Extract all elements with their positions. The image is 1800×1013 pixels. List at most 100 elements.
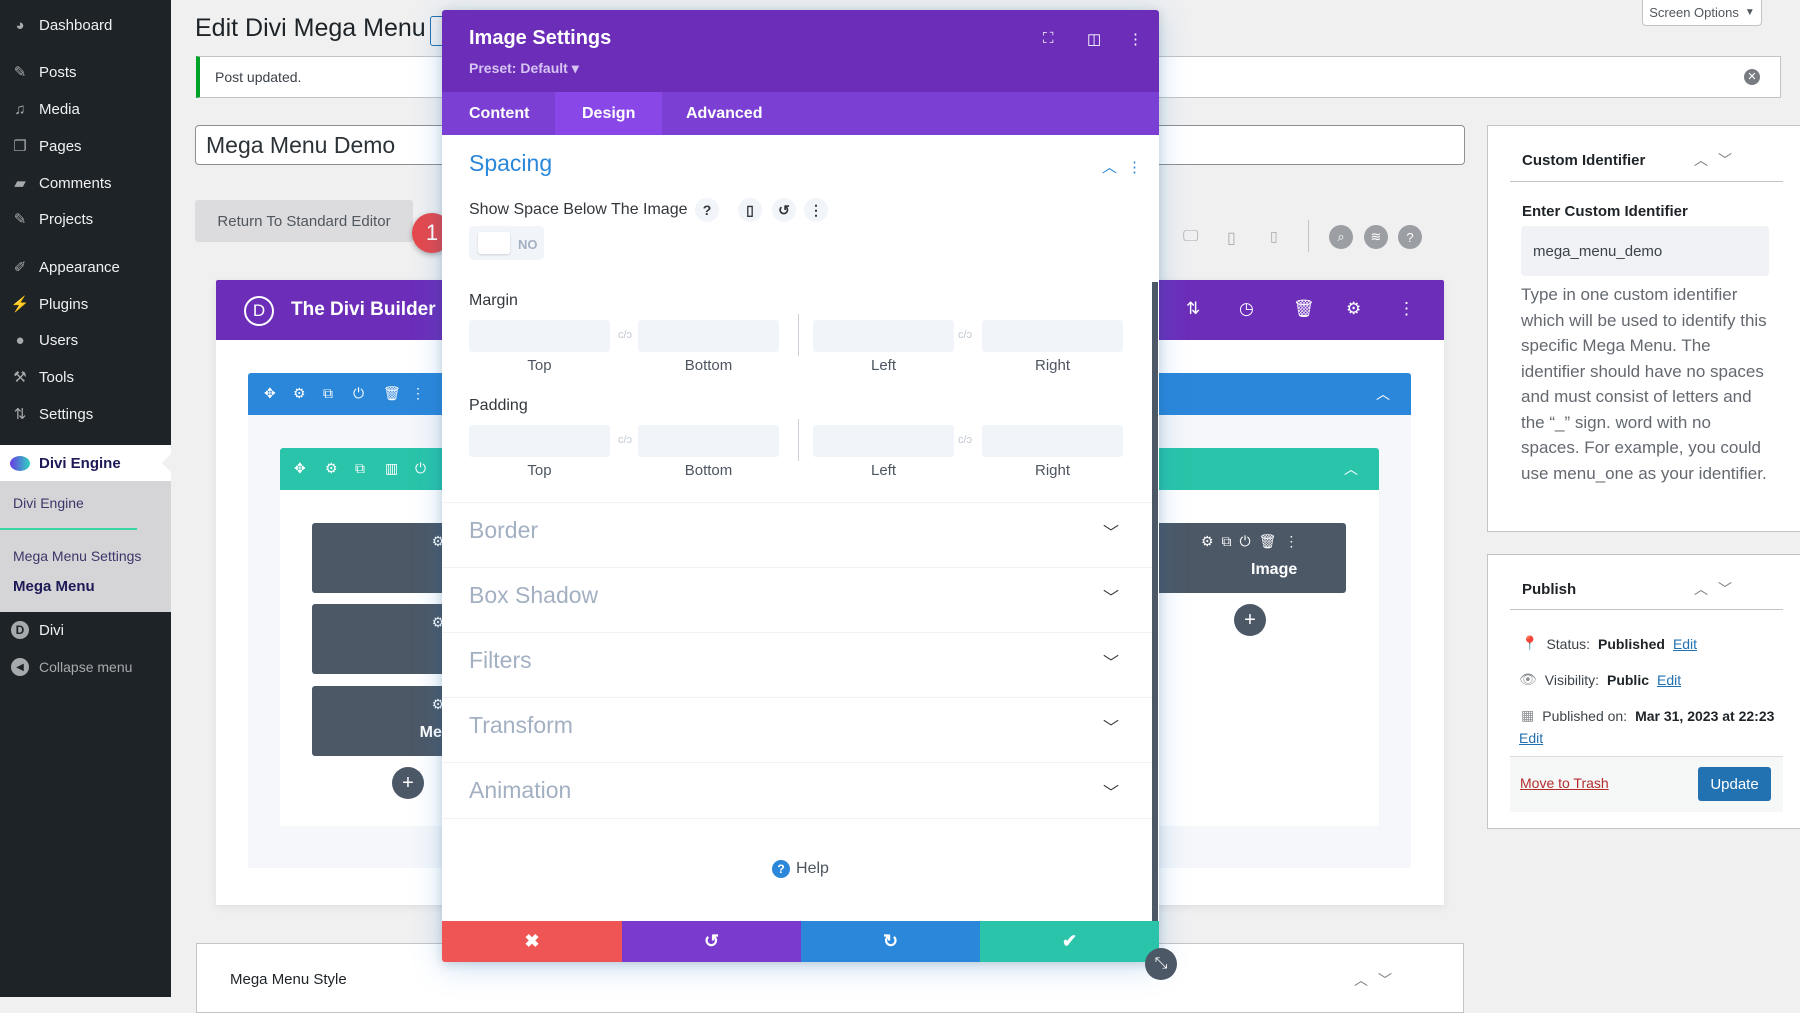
split-view-icon[interactable]: ◫ [1087,30,1101,48]
edit-visibility-link[interactable]: Edit [1657,672,1681,688]
more-icon[interactable]: ⋮ [804,198,828,222]
publish-title: Publish [1522,581,1577,598]
tab-content[interactable]: Content [442,92,556,135]
box-order-arrows[interactable]: ︿﹀ [1354,970,1402,990]
gear-icon[interactable]: ⚙ [1346,299,1361,319]
duplicate-icon[interactable]: ⧉ [323,385,333,402]
check-icon: ✔ [1061,931,1078,951]
padding-bottom-label: Bottom [684,462,733,479]
margin-right-input[interactable] [982,320,1123,352]
sidebar-item-comments[interactable]: ▰ Comments [0,166,171,200]
more-icon[interactable]: ⋮ [1127,159,1152,176]
fullscreen-icon[interactable]: ⛶ [1043,30,1054,47]
save-button[interactable]: ✔ [980,921,1159,962]
desktop-view-icon[interactable]: 🖵 [1183,228,1198,246]
chevron-down-icon: ﹀ [1102,525,1119,542]
padding-top-input[interactable] [469,425,610,457]
edit-status-link[interactable]: Edit [1673,636,1697,652]
sidebar-item-projects[interactable]: ✎ Projects [0,202,171,236]
link-icon[interactable]: c/ɔ [958,434,972,446]
sidebar-item-users[interactable]: ● Users [0,323,171,357]
margin-top-input[interactable] [469,320,610,352]
help-icon[interactable]: ? [1398,225,1422,249]
section-filters[interactable]: Filters ﹀ [442,632,1159,689]
columns-icon[interactable]: ▥ [385,460,398,477]
save-icon[interactable]: ⏻ [353,385,364,402]
more-icon[interactable]: ⋮ [411,385,425,402]
more-icon[interactable]: ⋮ [1128,30,1143,48]
edit-date-link[interactable]: Edit [1519,730,1543,746]
preset-selector[interactable]: Preset: Default ▾ [469,60,579,77]
sidebar-item-divi-engine[interactable]: Divi Engine [0,445,171,481]
tab-design[interactable]: Design [555,92,663,135]
box-order-arrows[interactable]: ︿﹀ [1694,150,1742,170]
duplicate-icon[interactable]: ⧉ [355,460,365,477]
move-icon[interactable]: ✥ [294,460,306,477]
sidebar-item-tools[interactable]: ⚒ Tools [0,360,171,394]
history-icon[interactable]: ◷ [1239,299,1254,319]
help-link[interactable]: ? Help [442,860,1159,878]
identifier-field-label: Enter Custom Identifier [1522,203,1688,220]
tablet-view-icon[interactable]: ▯ [1227,228,1236,248]
reset-icon[interactable]: ↺ [772,198,796,222]
sort-icon[interactable]: ⇅ [1186,299,1200,319]
link-icon[interactable]: c/ɔ [958,329,972,341]
undo-button[interactable]: ↺ [622,921,801,962]
sidebar-item-plugins[interactable]: ⚡ Plugins [0,287,171,321]
sidebar-item-posts[interactable]: ✎ Posts [0,55,171,89]
screen-options-button[interactable]: Screen Options ▼ [1642,0,1762,26]
link-icon[interactable]: c/ɔ [618,329,632,341]
tab-advanced[interactable]: Advanced [659,92,789,135]
wrench-icon: ⚒ [13,369,27,386]
custom-identifier-input[interactable]: mega_menu_demo [1521,226,1769,276]
submenu-item-divi-engine[interactable]: Divi Engine [13,495,84,511]
dismiss-icon[interactable]: ✕ [1744,69,1760,85]
sidebar-item-media[interactable]: ♫ Media [0,92,171,126]
submenu-item-mega-menu[interactable]: Mega Menu [13,578,95,595]
responsive-icon[interactable]: ▯ [738,198,762,222]
link-icon[interactable]: c/ɔ [618,434,632,446]
help-icon[interactable]: ? [695,198,719,222]
sidebar-item-settings[interactable]: ⇅ Settings [0,397,171,431]
box-order-arrows[interactable]: ︿﹀ [1694,579,1742,599]
padding-bottom-input[interactable] [638,425,779,457]
move-icon[interactable]: ✥ [264,385,276,402]
trash-icon[interactable]: 🗑 [383,385,401,402]
more-icon[interactable]: ⋮ [1398,299,1415,319]
padding-right-input[interactable] [982,425,1123,457]
layers-icon[interactable]: ≋ [1364,225,1388,249]
padding-left-input[interactable] [813,425,954,457]
sidebar-item-pages[interactable]: ❐ Pages [0,129,171,163]
section-border[interactable]: Border ﹀ [442,502,1159,559]
section-box-shadow[interactable]: Box Shadow ﹀ [442,567,1159,624]
search-icon[interactable]: ⌕ [1329,225,1353,249]
chevron-up-icon[interactable]: ︿ [1344,459,1358,479]
sidebar-item-dashboard[interactable]: ◕ Dashboard [0,8,171,42]
show-space-label: Show Space Below The Image [469,201,688,218]
gear-icon[interactable]: ⚙ [325,460,338,477]
redo-button[interactable]: ↻ [801,921,980,962]
collapse-menu-button[interactable]: ◀ Collapse menu [0,650,171,684]
section-transform[interactable]: Transform ﹀ [442,697,1159,754]
modal-scrollbar[interactable] [1152,282,1158,922]
submenu-item-mega-menu-settings[interactable]: Mega Menu Settings [13,548,141,564]
spacing-section-title[interactable]: Spacing [469,150,552,177]
chevron-up-icon[interactable]: ︿ [1102,159,1127,176]
update-button[interactable]: Update [1698,767,1771,801]
add-module-button[interactable]: + [1234,604,1266,636]
move-to-trash-link[interactable]: Move to Trash [1520,775,1609,791]
save-icon[interactable]: ⏻ [415,460,426,477]
trash-icon[interactable]: 🗑 [1293,299,1315,319]
resize-handle-icon[interactable]: ⤡ [1145,948,1177,980]
margin-bottom-input[interactable] [638,320,779,352]
sidebar-item-appearance[interactable]: ✐ Appearance [0,250,171,284]
gear-icon[interactable]: ⚙ [293,385,306,402]
cancel-button[interactable]: ✖ [442,921,622,962]
sidebar-item-divi[interactable]: D Divi [0,613,171,647]
phone-view-icon[interactable]: ▯ [1270,228,1278,245]
section-animation[interactable]: Animation ﹀ [442,762,1159,819]
chevron-up-icon[interactable]: ︿ [1376,384,1390,404]
add-module-button[interactable]: + [392,767,424,799]
return-to-standard-editor-button[interactable]: Return To Standard Editor [195,200,413,242]
margin-left-input[interactable] [813,320,954,352]
